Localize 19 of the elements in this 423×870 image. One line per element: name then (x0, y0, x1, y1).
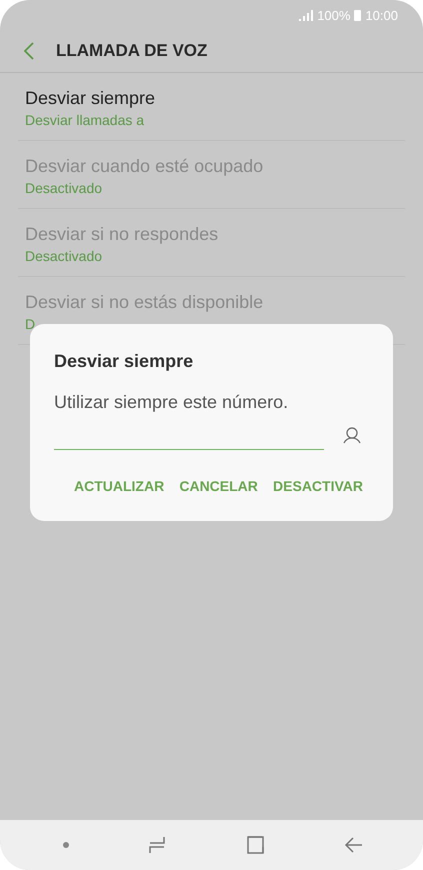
battery-icon (354, 10, 362, 20)
setting-value: Desactivado (25, 248, 104, 264)
home-icon[interactable] (246, 835, 266, 855)
setting-value: Desactivado (25, 180, 104, 196)
contact-icon[interactable] (343, 426, 361, 444)
dialog-message: Utilizar siempre este número. (54, 392, 290, 413)
setting-value: Desviar llamadas a (25, 112, 146, 128)
setting-value: D (25, 316, 36, 332)
back-icon[interactable] (24, 42, 34, 60)
dot-icon (63, 842, 70, 848)
back-icon[interactable] (344, 835, 364, 855)
dialog-button[interactable]: CANCELAR (173, 472, 264, 500)
signal-icon (299, 10, 314, 20)
setting-title[interactable]: Desviar siempre (25, 88, 398, 109)
dialog-title: Desviar siempre (54, 351, 194, 372)
dialog-button[interactable]: DESACTIVAR (267, 472, 369, 500)
recent-apps-icon[interactable] (147, 835, 168, 855)
dialog-button[interactable]: ACTUALIZAR (68, 472, 170, 500)
screen-title: LLAMADA DE VOZ (56, 41, 208, 61)
